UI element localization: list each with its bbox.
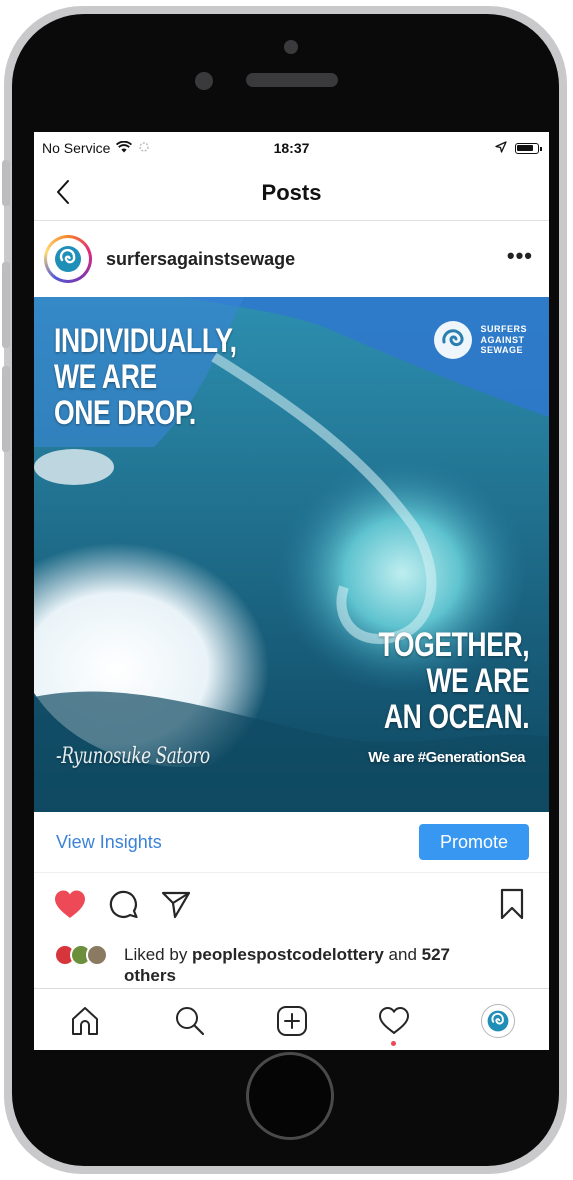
liker-username[interactable]: peoplespostcodelottery [192,945,384,964]
paper-plane-icon [161,891,191,919]
share-button[interactable] [158,886,194,922]
tab-bar [34,988,549,1050]
post-username[interactable]: surfersagainstsewage [106,249,295,270]
quote-line: TOGETHER, [378,626,529,664]
hashtag-text: We are #GenerationSea [368,749,525,766]
likes-joiner: and [383,945,422,964]
comment-button[interactable] [106,886,142,922]
quote-line: AN OCEAN. [383,698,530,737]
activity-notification-dot [391,1041,396,1046]
tab-home[interactable] [65,1001,105,1041]
comment-icon [109,890,138,919]
tab-profile[interactable] [478,1001,518,1041]
save-button[interactable] [494,886,530,922]
tab-new-post[interactable] [272,1001,312,1041]
volume-up-button [2,262,10,348]
nav-bar: Posts [34,164,549,221]
likes-prefix: Liked by [124,945,193,964]
avatar[interactable] [44,235,92,283]
logo-text-line: SEWAGE [480,345,523,356]
home-icon [72,1007,98,1035]
likes-summary: Liked by peoplespostcodelottery and 527 o… [124,944,524,986]
camera [284,40,298,54]
earpiece-speaker [246,73,338,87]
quote-bottom: TOGETHER, WE ARE AN OCEAN. [378,627,529,735]
post-image[interactable]: SURFERS AGAINST SEWAGE INDIVIDUALLY, WE … [34,297,549,812]
page-title: Posts [261,180,322,205]
phone-screen: No Service 18:37 Posts surfersagainstsew… [34,132,549,1050]
profile-icon [481,1004,515,1038]
new-post-icon [277,1006,307,1036]
avatar [86,944,108,966]
status-time: 18:37 [273,140,310,156]
like-button[interactable] [52,886,88,922]
tab-search[interactable] [170,1001,210,1041]
logo-text-line: SURFERS [480,324,527,335]
quote-author: -Ryunosuke Satoro [56,744,210,769]
promote-button[interactable]: Promote [419,824,529,860]
heart-filled-icon [55,890,85,918]
quote-top: INDIVIDUALLY, WE ARE ONE DROP. [54,323,237,431]
status-bar: No Service 18:37 [34,132,549,164]
activity-icon [379,1007,409,1034]
likes-count[interactable]: 527 [422,945,450,964]
location-arrow-icon [495,140,507,156]
battery-icon [515,142,542,154]
insights-bar: View Insights Promote [34,812,549,873]
likes-row[interactable]: Liked by peoplespostcodelottery and 527 o… [34,938,549,988]
quote-line: INDIVIDUALLY, [54,322,237,360]
bookmark-icon [500,888,524,920]
logo-text-line: AGAINST [480,334,525,345]
tab-activity[interactable] [374,1001,414,1041]
view-insights-link[interactable]: View Insights [56,832,162,853]
sas-swirl-icon [434,321,473,359]
surfers-against-sewage-logo: SURFERS AGAINST SEWAGE [432,319,527,361]
likes-suffix[interactable]: others [124,966,176,985]
liker-avatars [54,944,118,968]
search-icon [176,1007,205,1036]
sas-logo-icon [55,246,81,272]
volume-down-button [2,366,10,452]
front-sensor [195,72,213,90]
action-row [34,874,549,934]
more-options-button[interactable]: ••• [507,243,533,269]
quote-line: WE ARE [54,358,157,397]
post-header: surfersagainstsewage ••• [34,221,549,297]
quote-line: WE ARE [426,662,529,701]
mute-switch [2,160,10,206]
sas-logo-icon [487,1010,509,1032]
quote-line: ONE DROP. [54,394,196,433]
home-button[interactable] [246,1052,334,1140]
